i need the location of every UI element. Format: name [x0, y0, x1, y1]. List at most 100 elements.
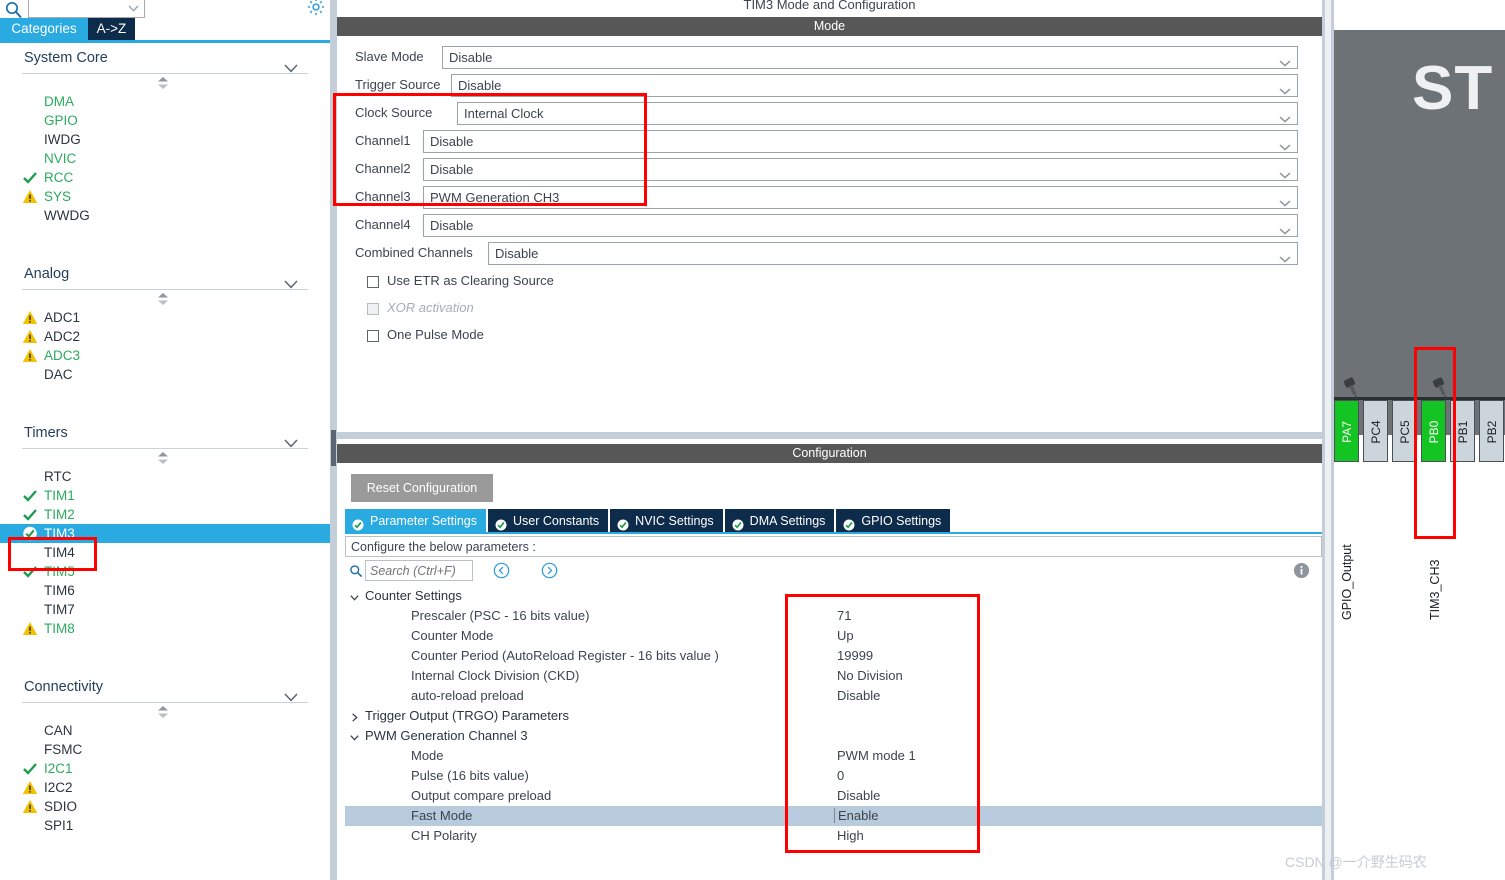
tab-categories[interactable]: Categories: [0, 18, 88, 40]
tab-nvic-settings[interactable]: NVIC Settings: [610, 509, 723, 533]
tab-label: Parameter Settings: [370, 514, 477, 528]
tab-gpio-settings[interactable]: GPIO Settings: [836, 509, 951, 533]
channel3-dropdown[interactable]: PWM Generation CH3: [423, 186, 1298, 209]
next-circle-icon[interactable]: [541, 562, 558, 579]
trigger-source-dropdown[interactable]: Disable: [451, 74, 1298, 97]
checkbox-box[interactable]: [367, 330, 379, 342]
sidebar-item-gpio[interactable]: GPIO: [0, 111, 330, 130]
vertical-splitter[interactable]: [330, 0, 337, 880]
main-scrollbar[interactable]: [1322, 0, 1334, 880]
table-row[interactable]: Internal Clock Division (CKD) No Divisio…: [345, 666, 1322, 686]
splitter-grip[interactable]: [331, 430, 336, 466]
sidebar-item-dma[interactable]: DMA: [0, 92, 330, 111]
gear-icon[interactable]: [305, 0, 327, 18]
sidebar-group-timers[interactable]: Timers: [0, 418, 330, 448]
clock-source-dropdown[interactable]: Internal Clock: [457, 102, 1298, 125]
tree-group-pwm-generation-channel-3[interactable]: PWM Generation Channel 3: [345, 726, 1322, 746]
check-circle-icon: [732, 515, 744, 531]
table-row[interactable]: Mode PWM mode 1: [345, 746, 1322, 766]
tab-a-to-z[interactable]: A->Z: [88, 18, 135, 40]
sidebar-item-fsmc[interactable]: FSMC: [0, 740, 330, 759]
warning-icon: [22, 310, 38, 325]
pin-label: PB0: [1427, 420, 1441, 444]
sidebar-item-rcc[interactable]: RCC: [0, 168, 330, 187]
info-icon[interactable]: [1293, 562, 1310, 579]
pin-pb1[interactable]: PB1: [1450, 400, 1475, 462]
sidebar-item-rtc[interactable]: RTC: [0, 467, 330, 486]
sidebar-item-label: GPIO: [44, 113, 78, 128]
pin-pc5[interactable]: PC5: [1392, 400, 1417, 462]
sidebar-item-tim2[interactable]: TIM2: [0, 505, 330, 524]
checkbox-box[interactable]: [367, 276, 379, 288]
sidebar-item-adc2[interactable]: ADC2: [0, 327, 330, 346]
channel4-dropdown[interactable]: Disable: [423, 214, 1298, 237]
table-row[interactable]: Prescaler (PSC - 16 bits value) 71: [345, 606, 1322, 626]
chevron-right-icon[interactable]: [349, 711, 360, 722]
table-row[interactable]: CH Polarity High: [345, 826, 1322, 846]
table-row[interactable]: auto-reload preload Disable: [345, 686, 1322, 706]
scroll-spinner[interactable]: [0, 449, 330, 467]
table-row[interactable]: Pulse (16 bits value) 0: [345, 766, 1322, 786]
scrollbar-track[interactable]: [1325, 0, 1331, 880]
slave-mode-dropdown[interactable]: Disable: [442, 46, 1298, 69]
pin-pb0[interactable]: PB0: [1421, 400, 1446, 462]
tab-label: NVIC Settings: [635, 514, 714, 528]
sidebar-item-dac[interactable]: DAC: [0, 365, 330, 384]
sidebar-item-iwdg[interactable]: IWDG: [0, 130, 330, 149]
pin-pb2[interactable]: PB2: [1479, 400, 1504, 462]
search-input[interactable]: [365, 560, 473, 581]
prev-circle-icon[interactable]: [493, 562, 510, 579]
sidebar-item-sys[interactable]: SYS: [0, 187, 330, 206]
sidebar-item-tim7[interactable]: TIM7: [0, 600, 330, 619]
sidebar-item-tim4[interactable]: TIM4: [0, 543, 330, 562]
sidebar-group-connectivity[interactable]: Connectivity: [0, 672, 330, 702]
param-value: 0: [837, 768, 845, 783]
warning-icon: [22, 329, 38, 344]
tree-group-trigger-output-trgo-parameters[interactable]: Trigger Output (TRGO) Parameters: [345, 706, 1322, 726]
sidebar-item-tim5[interactable]: TIM5: [0, 562, 330, 581]
configure-hint: Configure the below parameters :: [345, 536, 1322, 557]
table-row[interactable]: Counter Period (AutoReload Register - 16…: [345, 646, 1322, 666]
scroll-spinner[interactable]: [0, 703, 330, 721]
sidebar-item-can[interactable]: CAN: [0, 721, 330, 740]
table-row[interactable]: Output compare preload Disable: [345, 786, 1322, 806]
pin-pc4[interactable]: PC4: [1363, 400, 1388, 462]
sidebar-item-sdio[interactable]: SDIO: [0, 797, 330, 816]
stm32cubemx-window: Categories A->Z System Core DMA GPIO IWD…: [0, 0, 1505, 880]
chevron-down-icon[interactable]: [349, 731, 360, 742]
table-row[interactable]: Counter Mode Up: [345, 626, 1322, 646]
pin-pa7[interactable]: PA7: [1334, 400, 1359, 462]
sidebar-item-adc1[interactable]: ADC1: [0, 308, 330, 327]
sidebar-item-spi1[interactable]: SPI1: [0, 816, 330, 835]
sidebar-item-tim6[interactable]: TIM6: [0, 581, 330, 600]
sidebar-item-label: TIM5: [44, 564, 75, 579]
channel2-dropdown[interactable]: Disable: [423, 158, 1298, 181]
sidebar-item-adc3[interactable]: ADC3: [0, 346, 330, 365]
sidebar-item-nvic[interactable]: NVIC: [0, 149, 330, 168]
param-name: Prescaler (PSC - 16 bits value): [411, 608, 590, 623]
sidebar-item-i2c2[interactable]: I2C2: [0, 778, 330, 797]
sidebar-group-analog[interactable]: Analog: [0, 259, 330, 289]
sidebar-search-combo[interactable]: [28, 0, 145, 18]
horizontal-splitter[interactable]: [337, 432, 1322, 439]
sidebar-item-i2c1[interactable]: I2C1: [0, 759, 330, 778]
scroll-spinner[interactable]: [0, 74, 330, 92]
reset-configuration-button[interactable]: Reset Configuration: [351, 474, 493, 502]
tree-group-counter-settings[interactable]: Counter Settings: [345, 586, 1322, 606]
table-row-selected[interactable]: Fast Mode Enable: [345, 806, 1322, 826]
tab-parameter-settings[interactable]: Parameter Settings: [345, 509, 486, 533]
sidebar-item-tim1[interactable]: TIM1: [0, 486, 330, 505]
sidebar-item-tim3[interactable]: TIM3: [0, 524, 330, 543]
tab-dma-settings[interactable]: DMA Settings: [724, 509, 835, 533]
channel1-dropdown[interactable]: Disable: [423, 130, 1298, 153]
check-circle-icon: [843, 515, 855, 531]
field-label: Channel1: [355, 133, 411, 148]
tab-user-constants[interactable]: User Constants: [488, 509, 609, 533]
param-value: No Division: [837, 668, 903, 683]
sidebar-group-system-core[interactable]: System Core: [0, 43, 330, 73]
sidebar-item-wwdg[interactable]: WWDG: [0, 206, 330, 225]
scroll-spinner[interactable]: [0, 290, 330, 308]
combined-channels-dropdown[interactable]: Disable: [488, 242, 1298, 265]
sidebar-item-tim8[interactable]: TIM8: [0, 619, 330, 638]
chevron-down-icon[interactable]: [349, 591, 360, 602]
